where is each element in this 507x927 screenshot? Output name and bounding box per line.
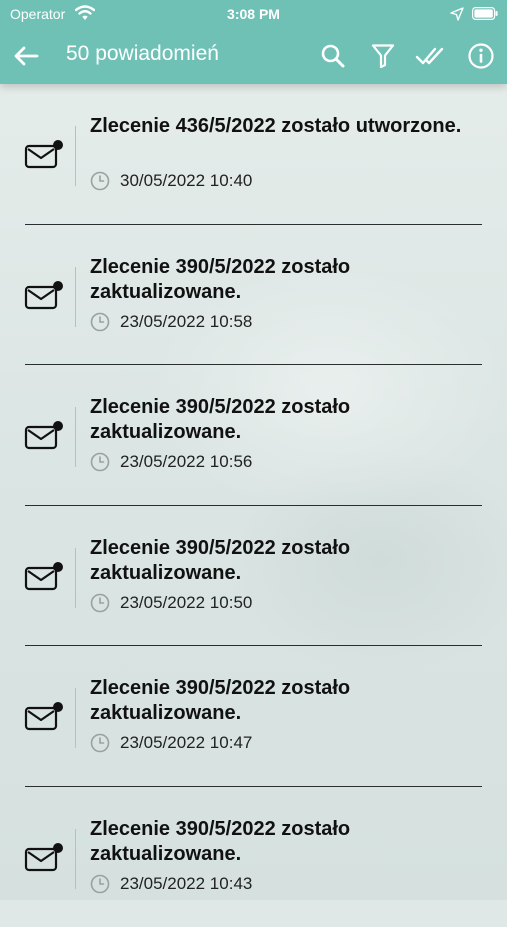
notification-list: Zlecenie 436/5/2022 zostało utworzone. 3…: [0, 84, 507, 900]
filter-button[interactable]: [366, 39, 400, 73]
notification-time-row: 23/05/2022 10:47: [90, 732, 252, 754]
info-button[interactable]: [464, 39, 498, 73]
mark-all-read-icon: [415, 45, 447, 67]
notification-item[interactable]: Zlecenie 390/5/2022 zostało zaktualizowa…: [0, 506, 507, 647]
unread-mail-icon: [24, 840, 64, 874]
notification-time-row: 30/05/2022 10:40: [90, 170, 252, 192]
notification-time: 30/05/2022 10:40: [120, 171, 252, 191]
separator-line: [75, 126, 76, 186]
clock-icon: [90, 171, 110, 191]
notification-time-row: 23/05/2022 10:50: [90, 592, 252, 614]
notification-item[interactable]: Zlecenie 390/5/2022 zostało zaktualizowa…: [0, 646, 507, 787]
clock-icon: [90, 733, 110, 753]
mark-all-read-button[interactable]: [414, 39, 448, 73]
separator-line: [75, 688, 76, 748]
unread-mail-icon: [24, 278, 64, 312]
notification-title: Zlecenie 390/5/2022 zostało zaktualizowa…: [90, 676, 480, 726]
notification-time: 23/05/2022 10:56: [120, 452, 252, 472]
page-title: 50 powiadomień: [66, 42, 219, 66]
back-button[interactable]: [10, 40, 42, 72]
location-icon: [450, 7, 464, 21]
separator-line: [75, 407, 76, 467]
notification-time: 23/05/2022 10:50: [120, 593, 252, 613]
clock-icon: [90, 874, 110, 894]
notification-time: 23/05/2022 10:43: [120, 874, 252, 894]
notification-item[interactable]: Zlecenie 390/5/2022 zostało zaktualizowa…: [0, 365, 507, 506]
notification-item[interactable]: Zlecenie 390/5/2022 zostało zaktualizowa…: [0, 787, 507, 927]
notification-title: Zlecenie 390/5/2022 zostało zaktualizowa…: [90, 255, 480, 305]
status-time: 3:08 PM: [0, 6, 507, 22]
status-bar: Operator 3:08 PM: [0, 0, 507, 28]
notification-time-row: 23/05/2022 10:56: [90, 451, 252, 473]
clock-icon: [90, 593, 110, 613]
battery-icon: [472, 7, 498, 20]
notification-title: Zlecenie 390/5/2022 zostało zaktualizowa…: [90, 536, 480, 586]
unread-mail-icon: [24, 699, 64, 733]
clock-icon: [90, 452, 110, 472]
separator-line: [75, 548, 76, 608]
notification-title: Zlecenie 390/5/2022 zostało zaktualizowa…: [90, 817, 480, 867]
arrow-left-icon: [12, 42, 40, 70]
search-icon: [320, 43, 346, 69]
separator-line: [75, 829, 76, 889]
filter-icon: [371, 43, 395, 69]
separator-line: [75, 267, 76, 327]
notification-title: Zlecenie 436/5/2022 zostało utworzone.: [90, 114, 480, 139]
notification-time-row: 23/05/2022 10:43: [90, 873, 252, 895]
app-bar: 50 powiadomień: [0, 28, 507, 84]
notification-item[interactable]: Zlecenie 390/5/2022 zostało zaktualizowa…: [0, 225, 507, 366]
notification-title: Zlecenie 390/5/2022 zostało zaktualizowa…: [90, 395, 480, 445]
header: Operator 3:08 PM 50 powiadomień: [0, 0, 507, 84]
unread-mail-icon: [24, 559, 64, 593]
notification-time: 23/05/2022 10:58: [120, 312, 252, 332]
notification-time-row: 23/05/2022 10:58: [90, 311, 252, 333]
unread-mail-icon: [24, 137, 64, 171]
notification-item[interactable]: Zlecenie 436/5/2022 zostało utworzone. 3…: [0, 84, 507, 225]
clock-icon: [90, 312, 110, 332]
notification-time: 23/05/2022 10:47: [120, 733, 252, 753]
unread-mail-icon: [24, 418, 64, 452]
info-icon: [467, 42, 495, 70]
search-button[interactable]: [316, 39, 350, 73]
